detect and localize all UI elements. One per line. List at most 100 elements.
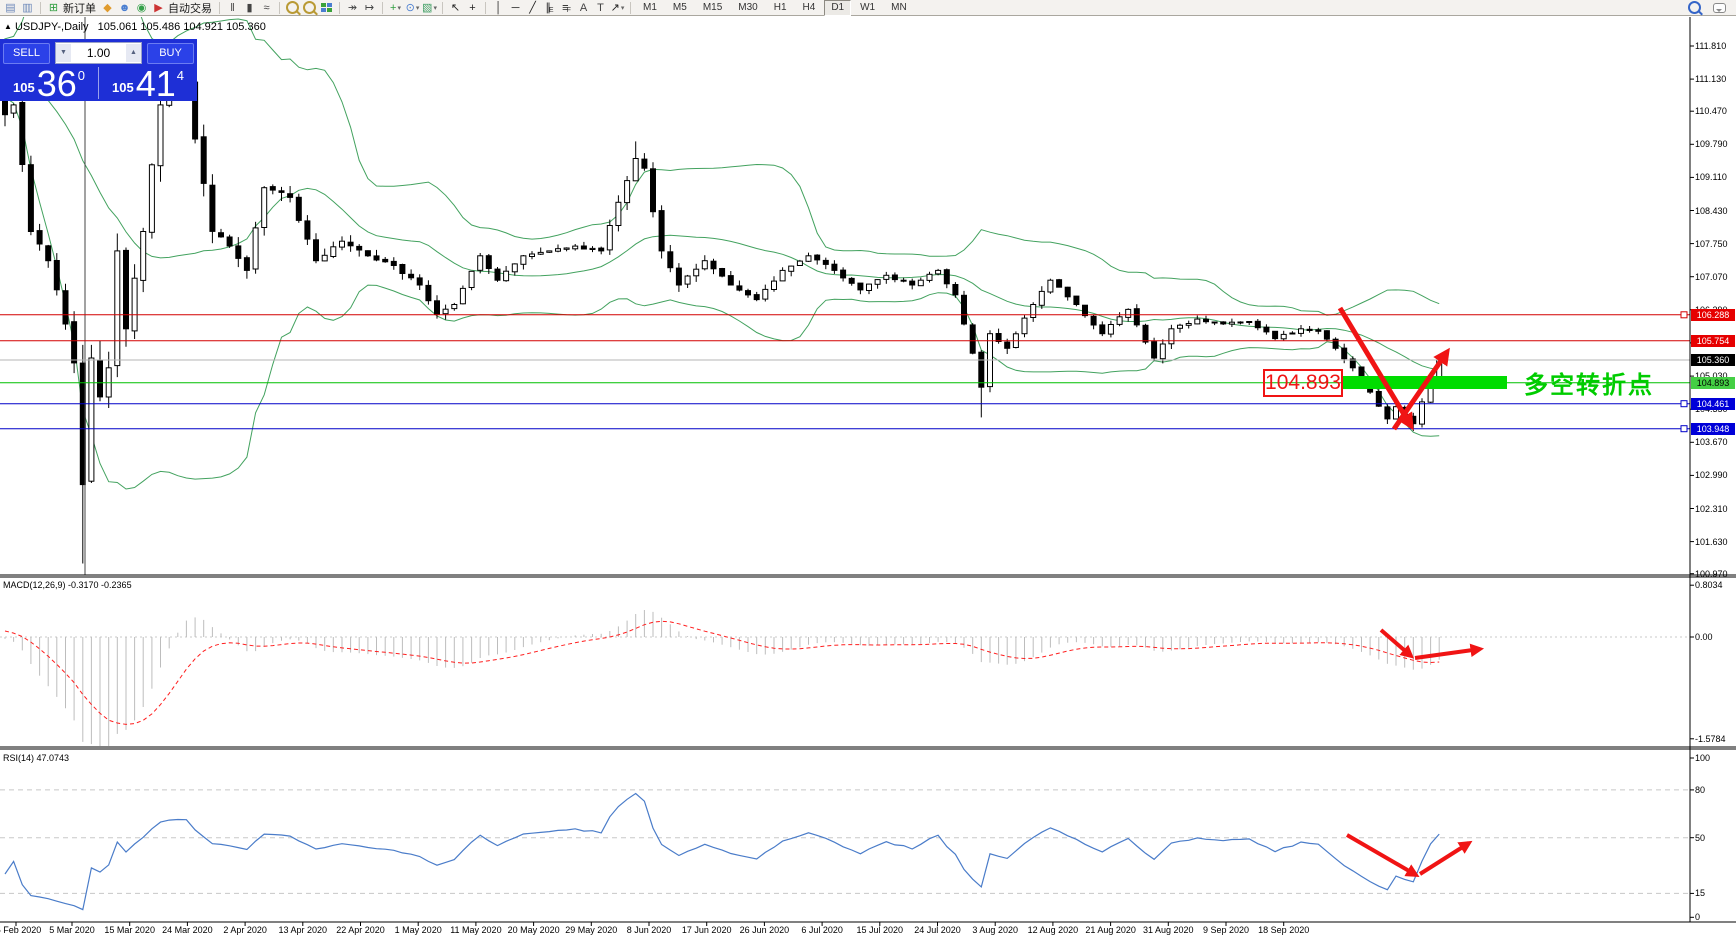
volume-value[interactable]: 1.00 (71, 46, 126, 60)
fibonacci-icon[interactable]: ≡F (559, 1, 574, 15)
price-axis-tick: 106.390 (1695, 305, 1728, 315)
volume-spinner: ▼ 1.00 ▲ (55, 42, 142, 64)
volume-increase-button[interactable]: ▲ (126, 44, 141, 62)
price-level-label: 104.461 (1691, 398, 1735, 410)
timeframe-m5-button[interactable]: M5 (666, 0, 694, 16)
timeframe-h1-button[interactable]: H1 (767, 0, 794, 16)
chart-symbol-period: USDJPY-,Daily (15, 21, 89, 33)
indicators-icon[interactable]: +▾ (388, 1, 403, 15)
rsi-indicator-label: RSI(14) 47.0743 (3, 753, 69, 763)
price-axis-tick: 111.810 (1695, 41, 1726, 51)
price-axis-tick: 102.990 (1695, 470, 1728, 480)
rsi-down-arrow (1347, 835, 1416, 875)
search-icon[interactable] (1687, 1, 1702, 15)
pivot-annotation-text[interactable]: 多空转折点 (1524, 365, 1654, 400)
autotrading-icon-label[interactable]: 自动交易 (168, 0, 212, 16)
level-lines[interactable] (0, 312, 1690, 432)
charts-window-icon[interactable]: ▤ (3, 1, 18, 15)
signal-icon[interactable]: ◉ (134, 1, 149, 15)
line-chart-type-icon[interactable]: ≈ (259, 1, 274, 15)
buy-price-pip: 4 (177, 68, 184, 83)
chart-shift-icon[interactable]: ↦ (362, 1, 377, 15)
timeframe-w1-button[interactable]: W1 (853, 0, 882, 16)
price-level-label: 105.754 (1691, 335, 1735, 347)
price-axis-tick: 111.130 (1695, 74, 1726, 84)
timeframe-m1-button[interactable]: M1 (636, 0, 664, 16)
sound-icon[interactable]: ◆ (100, 1, 115, 15)
text-icon[interactable]: A (576, 1, 591, 15)
new-order-icon-label[interactable]: 新订单 (63, 0, 96, 16)
chat-icon[interactable] (1712, 1, 1727, 15)
timeframe-h4-button[interactable]: H4 (796, 0, 823, 16)
arrows-icon[interactable]: ↗▾ (610, 1, 625, 15)
trendline-icon[interactable]: ╱ (525, 1, 540, 15)
price-pane (0, 0, 1442, 564)
sell-button[interactable]: SELL (3, 43, 50, 64)
tile-windows-icon[interactable] (319, 1, 334, 15)
timeframe-d1-button[interactable]: D1 (824, 0, 851, 16)
rsi-axis-tick: 80 (1695, 785, 1705, 795)
volume-decrease-button[interactable]: ▼ (56, 44, 71, 62)
rsi-axis-tick: 100 (1695, 753, 1710, 763)
price-level-label: 103.948 (1691, 423, 1735, 435)
macd-axis-tick: 0.8034 (1695, 580, 1723, 590)
price-axis-tick: 107.750 (1695, 239, 1728, 249)
trend-arrows[interactable] (1340, 308, 1480, 875)
rsi-up-arrow (1420, 843, 1469, 874)
price-axis-tick: 101.630 (1695, 537, 1728, 547)
label-icon[interactable]: T (593, 1, 608, 15)
price-axis-tick: 104.350 (1695, 404, 1728, 414)
date-axis-label: 12 Aug 2020 (1028, 925, 1079, 935)
timeframe-mn-button[interactable]: MN (884, 0, 914, 16)
price-callout-104893[interactable]: 104.893 (1263, 369, 1343, 397)
timeframe-m15-button[interactable]: M15 (696, 0, 729, 16)
date-axis-label: 21 Aug 2020 (1085, 925, 1136, 935)
buy-button[interactable]: BUY (147, 43, 194, 64)
rsi-pane (5, 794, 1439, 910)
toolbar-separator (485, 2, 486, 14)
date-axis-label: 11 May 2020 (450, 925, 501, 935)
sell-price-big-digits: 36 (37, 69, 77, 99)
auto-scroll-icon[interactable]: ↠ (345, 1, 360, 15)
horizontal-line-icon[interactable]: ─ (508, 1, 523, 15)
date-axis-label: 17 Jun 2020 (682, 925, 732, 935)
macd-down-arrow (1381, 630, 1411, 656)
news-icon[interactable]: ☻ (117, 1, 132, 15)
crosshair-icon[interactable]: + (465, 1, 480, 15)
periods-icon[interactable]: ⊙▾ (405, 1, 420, 15)
chart-canvas (0, 0, 1736, 945)
macd-indicator-label: MACD(12,26,9) -0.3170 -0.2365 (3, 580, 132, 590)
zoom-out-icon[interactable] (302, 1, 317, 15)
profile-window-icon[interactable]: ▥ (20, 1, 35, 15)
price-level-label: 104.893 (1691, 377, 1735, 389)
timeframe-m30-button[interactable]: M30 (731, 0, 764, 16)
buy-price[interactable]: 105 41 4 (99, 65, 197, 101)
date-axis-label: 9 Sep 2020 (1203, 925, 1249, 935)
toolbar-separator (382, 2, 383, 14)
rsi-axis-tick: 0 (1695, 912, 1700, 922)
price-axis-tick: 102.310 (1695, 504, 1728, 514)
chart-overlays: ▲ USDJPY-,Daily 105.061 105.486 104.921 … (0, 0, 1736, 945)
vertical-line-icon[interactable]: │ (491, 1, 506, 15)
date-axis-label: 1 May 2020 (395, 925, 442, 935)
buy-price-handle: 105 (112, 80, 134, 95)
mt4-window: { "toolbar": { "groups": [ {"items": [ {… (0, 0, 1736, 945)
bar-chart-type-icon[interactable]: ‖ (225, 1, 240, 15)
new-order-icon[interactable]: ⊞ (46, 1, 61, 15)
top-toolbar: ▤▥ ⊞新订单 ◆☻◉▶自动交易 ‖▮≈ ↠↦ +▾⊙▾▧▾ ↖+ │─╱∥E≡FAT↗▾ M1… (0, 0, 1736, 16)
price-up-arrow (1394, 352, 1447, 429)
macd-pane (5, 610, 1439, 749)
macd-right-arrow (1415, 649, 1480, 658)
sell-price[interactable]: 105 36 0 (0, 65, 98, 101)
zoom-in-icon[interactable] (285, 1, 300, 15)
date-axis-label: 26 Jun 2020 (740, 925, 790, 935)
channel-icon[interactable]: ∥E (542, 1, 557, 15)
template-icon[interactable]: ▧▾ (422, 1, 437, 15)
autotrading-icon[interactable]: ▶ (151, 1, 166, 15)
price-level-label: 106.288 (1691, 309, 1735, 321)
chart-title: ▲ USDJPY-,Daily 105.061 105.486 104.921 … (4, 21, 266, 33)
date-axis-label: 8 Jun 2020 (627, 925, 672, 935)
cursor-icon[interactable]: ↖ (448, 1, 463, 15)
candlestick-type-icon[interactable]: ▮ (242, 1, 257, 15)
toolbar-separator (219, 2, 220, 14)
